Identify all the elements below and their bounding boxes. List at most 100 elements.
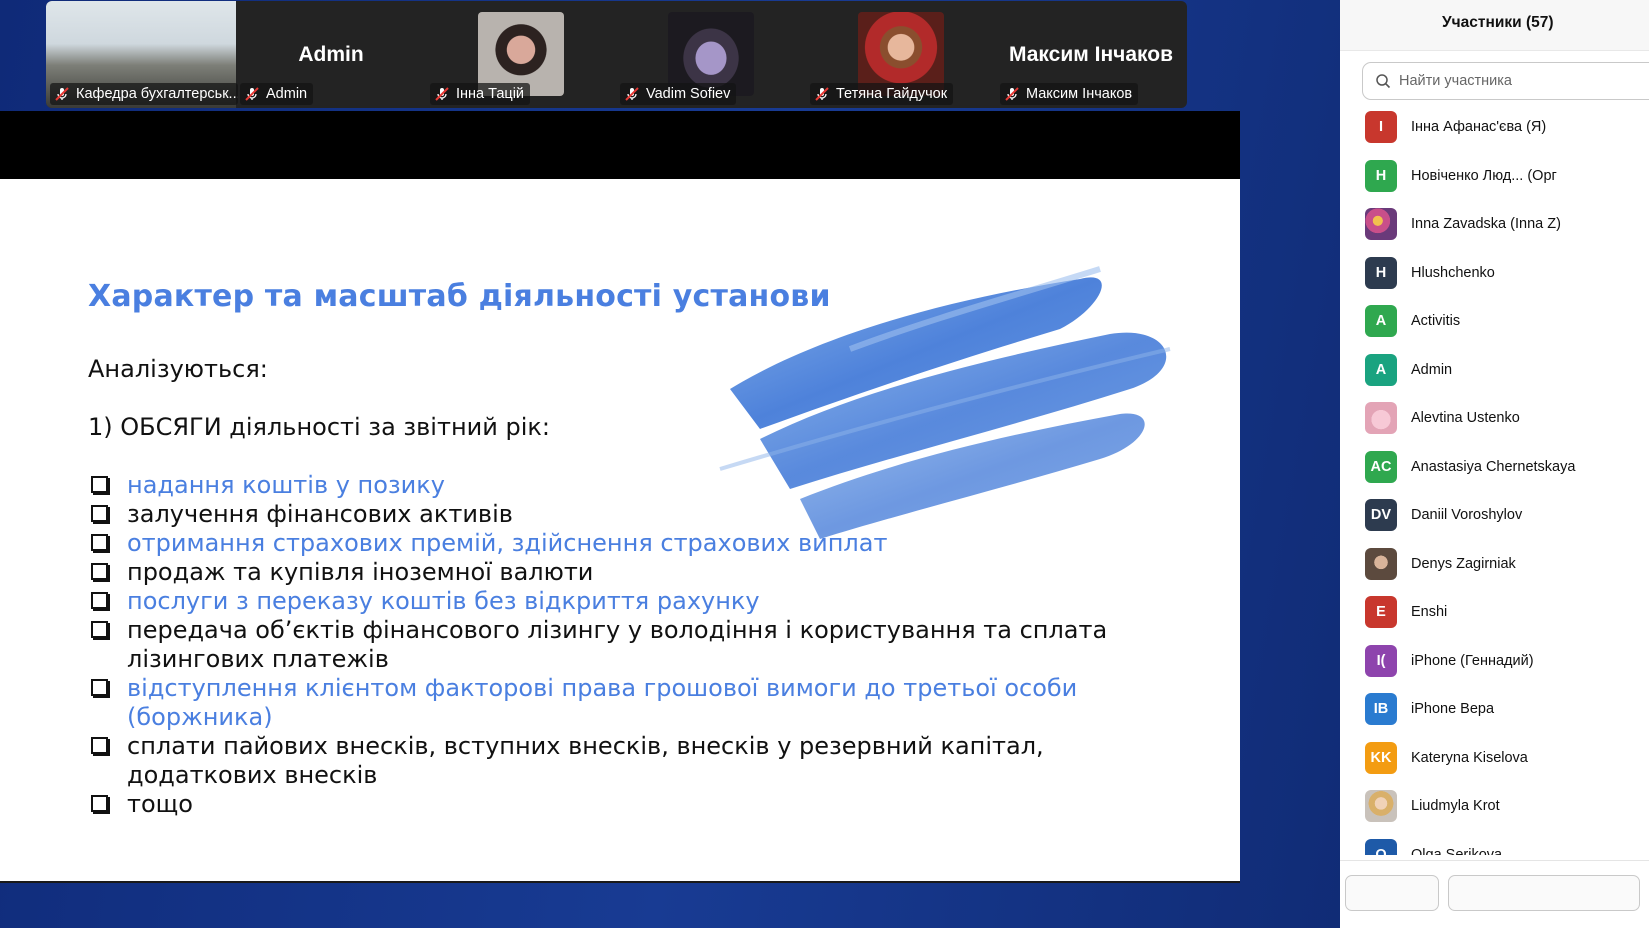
- avatar: AC: [1365, 450, 1397, 483]
- avatar: KK: [1365, 741, 1397, 774]
- checklist-item-text: сплати пайових внесків, вступних внесків…: [127, 732, 1044, 789]
- participant-row[interactable]: H Новіченко Люд... (Орг: [1340, 152, 1649, 201]
- video-tile-maksym[interactable]: Максим Інчаков Максим Інчаков: [996, 1, 1186, 108]
- participant-row[interactable]: I Інна Афанас'єва (Я): [1340, 103, 1649, 152]
- video-tile-vadim[interactable]: Vadim Sofiev: [616, 1, 806, 108]
- checklist-item: продаж та купівля іноземної валюти: [88, 558, 1188, 587]
- participant-row[interactable]: Denys Zagirniak: [1340, 540, 1649, 589]
- video-big-name: Admin: [298, 43, 364, 66]
- avatar: DV: [1365, 499, 1397, 532]
- checkbox-bullet-icon: [91, 476, 108, 493]
- avatar: [1365, 402, 1397, 435]
- checklist-item: тощо: [88, 790, 1188, 819]
- muted-mic-icon: [1005, 87, 1019, 101]
- participant-name: Denys Zagirniak: [1411, 555, 1516, 572]
- participant-row[interactable]: A Activitis: [1340, 297, 1649, 346]
- video-label: Vadim Sofiev: [620, 83, 737, 105]
- slide-checklist: надання коштів у позику залучення фінанс…: [88, 471, 1188, 819]
- mute-all-button[interactable]: [1448, 875, 1640, 911]
- video-label-text: Максим Інчаков: [1026, 86, 1133, 102]
- video-tile-department[interactable]: Кафедра бухгалтерськ...: [46, 1, 238, 108]
- avatar: O: [1365, 838, 1397, 855]
- video-label-text: Тетяна Гайдучок: [836, 86, 948, 102]
- video-label: Admin: [240, 83, 314, 105]
- participant-row[interactable]: A Admin: [1340, 346, 1649, 395]
- participant-row[interactable]: Alevtina Ustenko: [1340, 394, 1649, 443]
- video-label-text: Admin: [266, 86, 308, 102]
- avatar: IB: [1365, 693, 1397, 726]
- video-big-name: Максим Інчаков: [1009, 43, 1173, 66]
- checklist-item-text: отримання страхових премій, здійснення с…: [127, 529, 888, 557]
- checkbox-bullet-icon: [91, 505, 108, 522]
- participant-row[interactable]: AC Anastasiya Chernetskaya: [1340, 443, 1649, 492]
- checkbox-bullet-icon: [91, 737, 108, 754]
- checklist-item-text: залучення фінансових активів: [127, 500, 513, 528]
- participant-row[interactable]: IB iPhone Вера: [1340, 685, 1649, 734]
- video-label: Інна Тацій: [430, 83, 531, 105]
- participants-panel: Участники (57) I Інна Афанас'єва (Я) H Нов…: [1340, 0, 1649, 928]
- checklist-item-text: відступлення клієнтом факторові права гр…: [127, 674, 1078, 731]
- search-icon: [1376, 74, 1391, 89]
- participant-name: iPhone Вера: [1411, 701, 1495, 718]
- participant-row[interactable]: I( iPhone (Геннадий): [1340, 637, 1649, 686]
- participant-name: Inna Zavadska (Inna Z): [1411, 216, 1561, 233]
- video-tile-inna[interactable]: Інна Тацій: [426, 1, 616, 108]
- participants-panel-footer: [1340, 860, 1649, 928]
- share-bottom-edge: [0, 881, 1240, 883]
- participant-list: I Інна Афанас'єва (Я) H Новіченко Люд... (…: [1340, 103, 1649, 855]
- avatar: [1365, 790, 1397, 823]
- participant-name: Anastasiya Chernetskaya: [1411, 458, 1576, 475]
- checklist-item: передача об’єктів фінансового лізингу у …: [88, 616, 1188, 674]
- video-label: Тетяна Гайдучок: [810, 83, 954, 105]
- participant-name: Kateryna Kiselova: [1411, 749, 1528, 766]
- muted-mic-icon: [245, 87, 259, 101]
- participant-name: Інна Афанас'єва (Я): [1411, 119, 1547, 136]
- participant-row[interactable]: Liudmyla Krot: [1340, 782, 1649, 831]
- share-top-bar: [0, 111, 1240, 179]
- participant-name: Daniil Voroshylov: [1411, 507, 1523, 524]
- video-label: Кафедра бухгалтерськ...: [50, 83, 238, 105]
- participant-name: iPhone (Геннадий): [1411, 652, 1534, 669]
- checklist-item-text: продаж та купівля іноземної валюти: [127, 558, 594, 586]
- checklist-item-text: тощо: [127, 790, 193, 818]
- invite-button[interactable]: [1345, 875, 1439, 911]
- avatar: H: [1365, 159, 1397, 192]
- muted-mic-icon: [435, 87, 449, 101]
- video-strip: Кафедра бухгалтерськ... Admin Admin Інна…: [46, 1, 1187, 108]
- checklist-item-text: послуги з переказу коштів без відкриття …: [127, 587, 760, 615]
- video-tile-tetiana[interactable]: Тетяна Гайдучок: [806, 1, 996, 108]
- video-label-text: Vadim Sofiev: [646, 86, 731, 102]
- checkbox-bullet-icon: [91, 534, 108, 551]
- participant-name: Hlushchenko: [1411, 264, 1495, 281]
- checkbox-bullet-icon: [91, 679, 108, 696]
- participant-row[interactable]: KK Kateryna Kiselova: [1340, 734, 1649, 783]
- participant-row[interactable]: Inna Zavadska (Inna Z): [1340, 200, 1649, 249]
- video-tile-admin[interactable]: Admin Admin: [236, 1, 426, 108]
- participant-row[interactable]: E Enshi: [1340, 588, 1649, 637]
- checklist-item-text: надання коштів у позику: [127, 471, 445, 499]
- participant-row[interactable]: H Hlushchenko: [1340, 249, 1649, 298]
- muted-mic-icon: [55, 87, 69, 101]
- participant-row[interactable]: DV Daniil Voroshylov: [1340, 491, 1649, 540]
- participant-search-box[interactable]: [1362, 62, 1649, 100]
- video-label-text: Кафедра бухгалтерськ...: [76, 86, 238, 102]
- checklist-item-text: передача об’єктів фінансового лізингу у …: [127, 616, 1108, 673]
- participant-row[interactable]: O Olga Serikova: [1340, 831, 1649, 855]
- participant-name: Activitis: [1411, 313, 1461, 330]
- avatar: H: [1365, 256, 1397, 289]
- slide-title: Характер та масштаб діяльності установи: [88, 279, 831, 314]
- avatar: E: [1365, 596, 1397, 629]
- checklist-item: відступлення клієнтом факторові права гр…: [88, 674, 1188, 732]
- checklist-item: надання коштів у позику: [88, 471, 1188, 500]
- checklist-item: отримання страхових премій, здійснення с…: [88, 529, 1188, 558]
- avatar: I: [1365, 111, 1397, 144]
- participant-name: Alevtina Ustenko: [1411, 410, 1520, 427]
- muted-mic-icon: [815, 87, 829, 101]
- video-label-text: Інна Тацій: [456, 86, 525, 102]
- participant-search-input[interactable]: [1397, 72, 1641, 90]
- avatar: I(: [1365, 644, 1397, 677]
- participants-panel-title: Участники (57): [1442, 14, 1554, 31]
- slide-analyzed-label: Аналізуються:: [88, 355, 268, 383]
- avatar: A: [1365, 353, 1397, 386]
- checkbox-bullet-icon: [91, 795, 108, 812]
